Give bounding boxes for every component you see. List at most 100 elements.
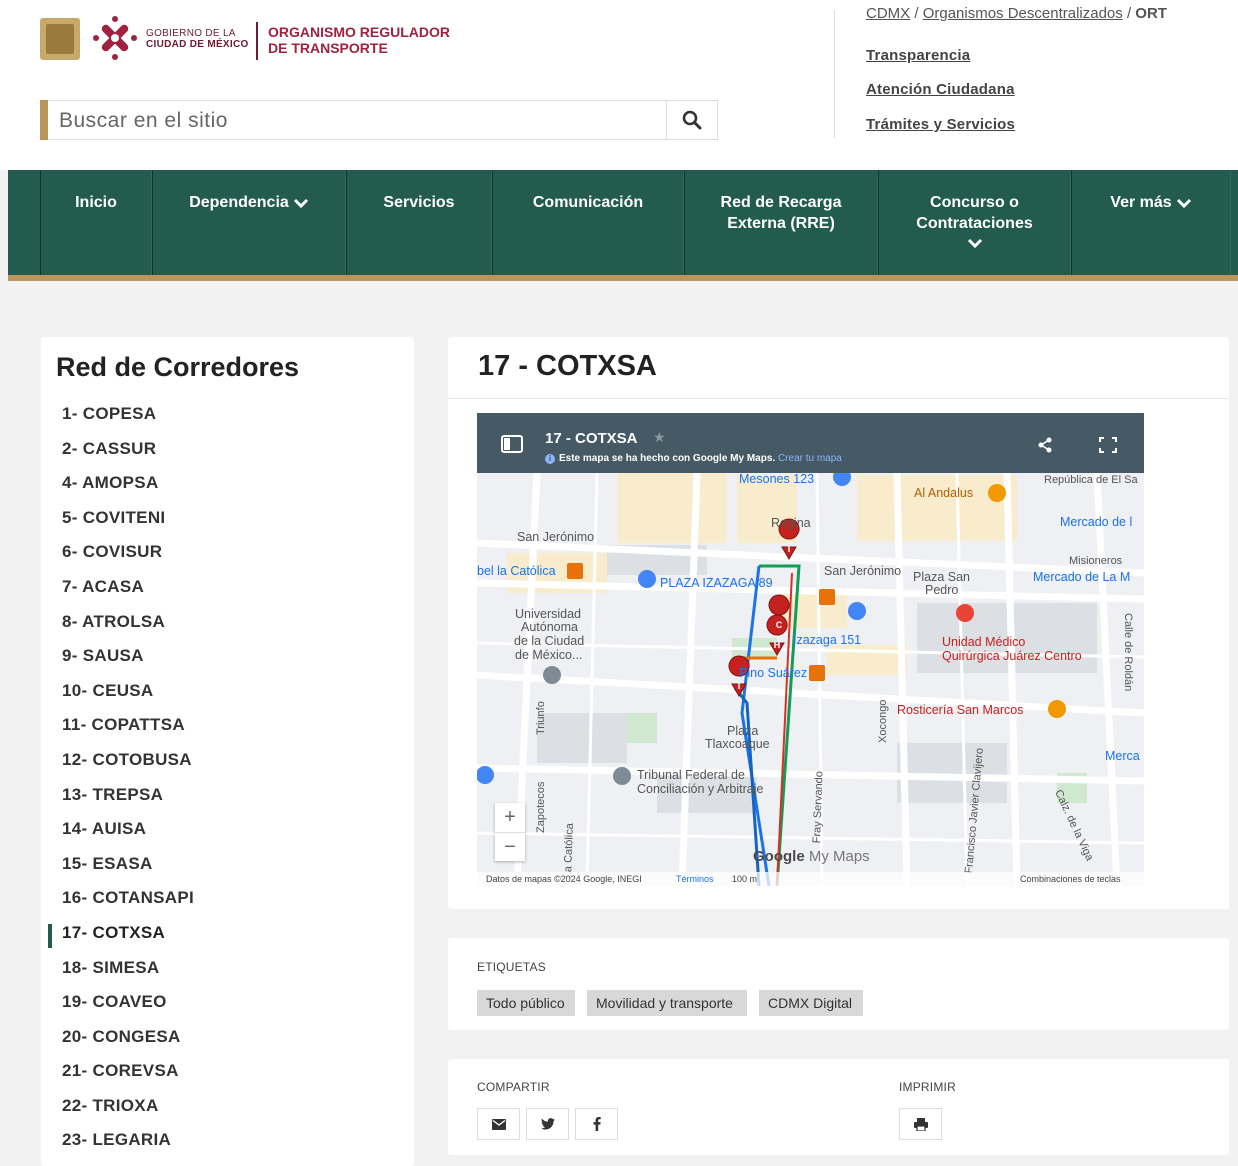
sidebar-item-corevsa[interactable]: 21- COREVSA xyxy=(62,1061,194,1096)
printer-icon xyxy=(913,1117,928,1131)
map-label: de la Ciudad xyxy=(514,634,585,648)
map-label: Mercado de l xyxy=(1060,515,1133,529)
email-icon xyxy=(491,1118,506,1130)
map-label: PLAZA IZAZAGA 89 xyxy=(660,576,773,590)
cdmx-x-logo[interactable] xyxy=(92,14,138,62)
site-header: GOBIERNO DE LA CIUDAD DE MÉXICO ORGANISM… xyxy=(0,0,1238,170)
atencion-ciudadana-link[interactable]: Atención Ciudadana xyxy=(866,81,1015,98)
search-button[interactable] xyxy=(666,101,717,139)
map-label: Misioneros xyxy=(1069,555,1123,567)
create-map-link[interactable]: Crear tu mapa xyxy=(778,453,842,464)
search-input[interactable] xyxy=(57,107,661,135)
breadcrumb-organismos[interactable]: Organismos Descentralizados xyxy=(923,5,1123,22)
google-logo-text: Google xyxy=(753,848,805,865)
google-logo: Google My Maps xyxy=(753,848,870,865)
breadcrumb-cdmx[interactable]: CDMX xyxy=(866,5,910,22)
info-icon: i xyxy=(545,454,555,464)
map-label: Conciliación y Arbitraje xyxy=(637,782,764,796)
fullscreen-icon[interactable] xyxy=(1099,437,1117,453)
sidebar-item-trioxa[interactable]: 22- TRIOXA xyxy=(62,1096,194,1131)
map-label: Merca xyxy=(1105,749,1140,763)
print-label: IMPRIMIR xyxy=(899,1080,956,1094)
gov-line1: GOBIERNO DE LA xyxy=(146,28,236,39)
map-title: 17 - COTXSA xyxy=(545,430,638,447)
map-subtitle: i Este mapa se ha hecho con Google My Map… xyxy=(545,453,842,464)
facebook-share-button[interactable] xyxy=(575,1108,618,1140)
twitter-share-button[interactable] xyxy=(526,1108,569,1140)
sidebar-item-cotxsa[interactable]: 17- COTXSA xyxy=(62,923,194,958)
logo-divider xyxy=(256,22,258,60)
sidebar-item-sausa[interactable]: 9- SAUSA xyxy=(62,646,194,681)
nav-red-recarga-line2: Externa (RRE) xyxy=(727,215,835,232)
chevron-down-icon xyxy=(1176,198,1191,208)
sidebar-item-trepsa[interactable]: 13- TREPSA xyxy=(62,785,194,820)
sidebar-item-auisa[interactable]: 14- AUISA xyxy=(62,819,194,854)
map-label: La Católica xyxy=(562,822,576,879)
map-label: Plaza xyxy=(727,724,759,738)
nav-dependencia[interactable]: Dependencia xyxy=(152,170,346,275)
tag-todo-publico[interactable]: Todo público xyxy=(477,990,575,1016)
breadcrumb-sep: / xyxy=(1126,5,1132,22)
tramites-servicios-link[interactable]: Trámites y Servicios xyxy=(866,116,1015,133)
share-icon[interactable] xyxy=(1037,437,1053,453)
sidebar-item-cotansapi[interactable]: 16- COTANSAPI xyxy=(62,888,194,923)
breadcrumb-current: ORT xyxy=(1135,5,1167,22)
sidebar-item-copesa[interactable]: 1- COPESA xyxy=(62,404,194,439)
nav-servicios[interactable]: Servicios xyxy=(346,170,492,275)
sidebar-item-atrolsa[interactable]: 8- ATROLSA xyxy=(62,612,194,647)
nav-red-recarga-line1: Red de Recarga xyxy=(720,194,842,211)
org-name[interactable]: ORGANISMO REGULADOR DE TRANSPORTE xyxy=(268,24,450,56)
sidebar-item-covisur[interactable]: 6- COVISUR xyxy=(62,542,194,577)
map-label: Plaza San xyxy=(913,570,970,584)
search-icon xyxy=(682,110,702,130)
tag-cdmx-digital[interactable]: CDMX Digital xyxy=(759,990,863,1016)
zoom-control: + − xyxy=(495,803,525,861)
sidebar-item-copattsa[interactable]: 11- COPATTSA xyxy=(62,715,194,750)
sidebar-item-legaria[interactable]: 23- LEGARIA xyxy=(62,1130,194,1165)
breadcrumb-sep: / xyxy=(914,5,919,22)
org-line2: DE TRANSPORTE xyxy=(268,40,388,56)
svg-text:I: I xyxy=(788,544,791,554)
email-share-button[interactable] xyxy=(477,1108,520,1140)
sidebar-item-ceusa[interactable]: 10- CEUSA xyxy=(62,681,194,716)
zoom-in-button[interactable]: + xyxy=(495,803,525,833)
map-attribution: Datos de mapas ©2024 Google, INEGI xyxy=(486,874,642,884)
map-label: Autónoma xyxy=(521,620,578,634)
sidebar-item-amopsa[interactable]: 4- AMOPSA xyxy=(62,473,194,508)
tag-movilidad[interactable]: Movilidad y transporte xyxy=(587,990,747,1016)
svg-text:H: H xyxy=(774,640,781,650)
svg-text:C: C xyxy=(776,620,783,630)
nav-concurso[interactable]: Concurso o Contrataciones xyxy=(878,170,1071,275)
nav-ver-mas[interactable]: Ver más xyxy=(1071,170,1231,275)
star-icon[interactable]: ★ xyxy=(653,429,666,446)
cdmx-shield-logo[interactable] xyxy=(40,18,80,60)
sidebar-item-coviteni[interactable]: 5- COVITENI xyxy=(62,508,194,543)
sidebar-item-coaveo[interactable]: 19- COAVEO xyxy=(62,992,194,1027)
map-scale: 100 m xyxy=(732,874,758,884)
zoom-out-button[interactable]: − xyxy=(495,833,525,862)
share-panel xyxy=(448,1059,1229,1155)
nav-servicios-label: Servicios xyxy=(383,194,455,211)
sidebar-item-congesa[interactable]: 20- CONGESA xyxy=(62,1027,194,1062)
keyboard-shortcuts-link[interactable]: Combinaciones de teclas xyxy=(1020,874,1121,884)
header-divider xyxy=(834,10,835,138)
sidebar-item-acasa[interactable]: 7- ACASA xyxy=(62,577,194,612)
sidebar-item-esasa[interactable]: 15- ESASA xyxy=(62,854,194,889)
print-button[interactable] xyxy=(899,1108,942,1140)
map-label: de México... xyxy=(515,648,583,662)
nav-comunicacion[interactable]: Comunicación xyxy=(492,170,684,275)
transparencia-link[interactable]: Transparencia xyxy=(866,47,970,64)
map-label: Izazaga 151 xyxy=(793,633,862,647)
embedded-map[interactable]: I C H I 17 - COTXSA ★ i Este mapa se ha h… xyxy=(477,413,1144,886)
sidebar-item-cotobusa[interactable]: 12- COTOBUSA xyxy=(62,750,194,785)
map-label: Mercado de La M xyxy=(1033,570,1131,584)
map-label: Mesones 123 xyxy=(739,472,815,486)
nav-red-recarga[interactable]: Red de Recarga Externa (RRE) xyxy=(684,170,878,275)
chevron-down-icon xyxy=(293,198,308,208)
map-terms-link[interactable]: Términos xyxy=(676,874,714,884)
nav-inicio[interactable]: Inicio xyxy=(40,170,152,275)
sidebar-toggle-icon[interactable] xyxy=(501,435,523,453)
sidebar-item-cassur[interactable]: 2- CASSUR xyxy=(62,439,194,474)
sidebar-item-simesa[interactable]: 18- SIMESA xyxy=(62,958,194,993)
chevron-down-icon xyxy=(967,238,982,249)
